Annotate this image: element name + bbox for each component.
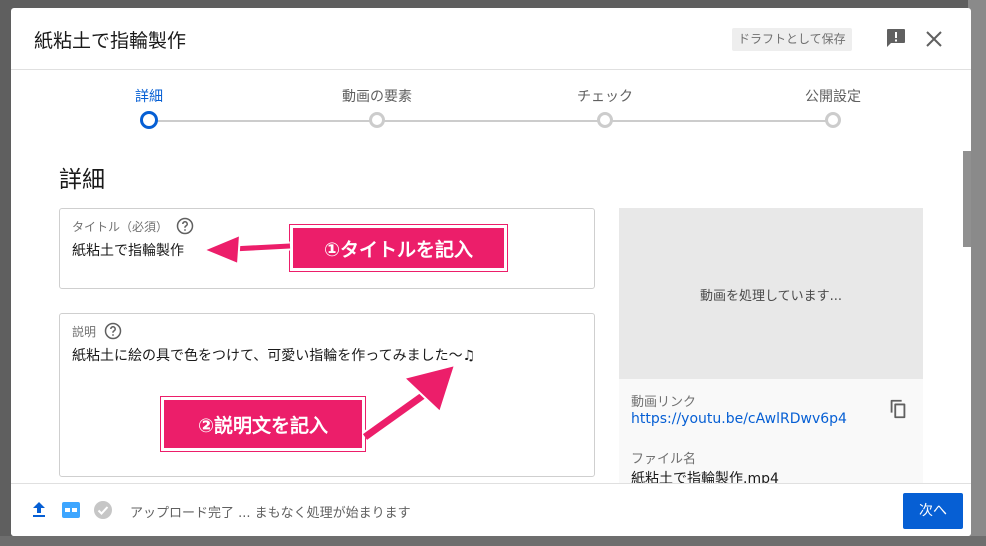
description-input[interactable]: 紙粘土に絵の具で色をつけて、可愛い指輪を作ってみました〜♫ bbox=[72, 345, 475, 365]
video-thumbnail: 動画を処理しています... bbox=[619, 208, 923, 379]
description-field-label-row: 説明 bbox=[72, 322, 122, 340]
copy-icon[interactable] bbox=[887, 398, 909, 420]
file-name-label: ファイル名 bbox=[631, 452, 697, 467]
description-field-label: 説明 bbox=[72, 324, 97, 339]
section-title: 詳細 bbox=[59, 167, 105, 193]
save-draft-button[interactable]: ドラフトとして保存 bbox=[732, 28, 852, 51]
background-page-bottom bbox=[0, 536, 986, 546]
title-field-label-row: タイトル（必須） bbox=[72, 217, 194, 235]
help-icon[interactable] bbox=[104, 322, 122, 340]
step-dot bbox=[597, 112, 613, 128]
hd-icon bbox=[62, 502, 80, 518]
step-dot-active bbox=[140, 111, 158, 129]
step-label: 詳細 bbox=[135, 89, 163, 105]
feedback-icon[interactable] bbox=[884, 26, 908, 50]
title-input[interactable]: 紙粘土で指輪製作 bbox=[72, 240, 184, 260]
annotation-callout-title: ①タイトルを記入 bbox=[290, 225, 507, 271]
help-icon[interactable] bbox=[176, 217, 194, 235]
step-visibility[interactable]: 公開設定 bbox=[763, 70, 903, 128]
step-label: 動画の要素 bbox=[342, 89, 412, 105]
step-details[interactable]: 詳細 bbox=[79, 70, 219, 129]
annotation-callout-description: ②説明文を記入 bbox=[161, 397, 365, 451]
description-field[interactable]: 説明 紙粘土に絵の具で色をつけて、可愛い指輪を作ってみました〜♫ bbox=[59, 313, 595, 477]
step-video-elements[interactable]: 動画の要素 bbox=[307, 70, 447, 128]
dialog-footer: アップロード完了 ... まもなく処理が始まります 次へ bbox=[11, 483, 971, 536]
step-label: 公開設定 bbox=[805, 89, 861, 105]
scrollbar-thumb[interactable] bbox=[963, 151, 971, 247]
stepper-line bbox=[148, 120, 832, 122]
dialog-title: 紙粘土で指輪製作 bbox=[34, 30, 187, 52]
upload-dialog: 紙粘土で指輪製作 ドラフトとして保存 詳細 動画の要素 チェック 公開設定 詳細… bbox=[11, 8, 971, 536]
step-dot bbox=[825, 112, 841, 128]
step-checks[interactable]: チェック bbox=[535, 70, 675, 128]
video-link[interactable]: https://youtu.be/cAwlRDwv6p4 bbox=[631, 411, 847, 427]
upload-icon bbox=[33, 502, 45, 517]
dialog-header: 紙粘土で指輪製作 ドラフトとして保存 bbox=[11, 8, 971, 70]
stepper: 詳細 動画の要素 チェック 公開設定 bbox=[11, 70, 971, 150]
step-label: チェック bbox=[577, 89, 633, 105]
title-field-label: タイトル（必須） bbox=[72, 219, 169, 234]
next-button[interactable]: 次へ bbox=[903, 493, 963, 529]
step-dot bbox=[369, 112, 385, 128]
upload-status: アップロード完了 ... まもなく処理が始まります bbox=[130, 506, 411, 521]
close-icon[interactable] bbox=[923, 28, 945, 50]
video-link-label: 動画リンク bbox=[631, 395, 697, 410]
check-circle-icon bbox=[94, 501, 112, 519]
processing-status: 動画を処理しています... bbox=[699, 289, 842, 304]
